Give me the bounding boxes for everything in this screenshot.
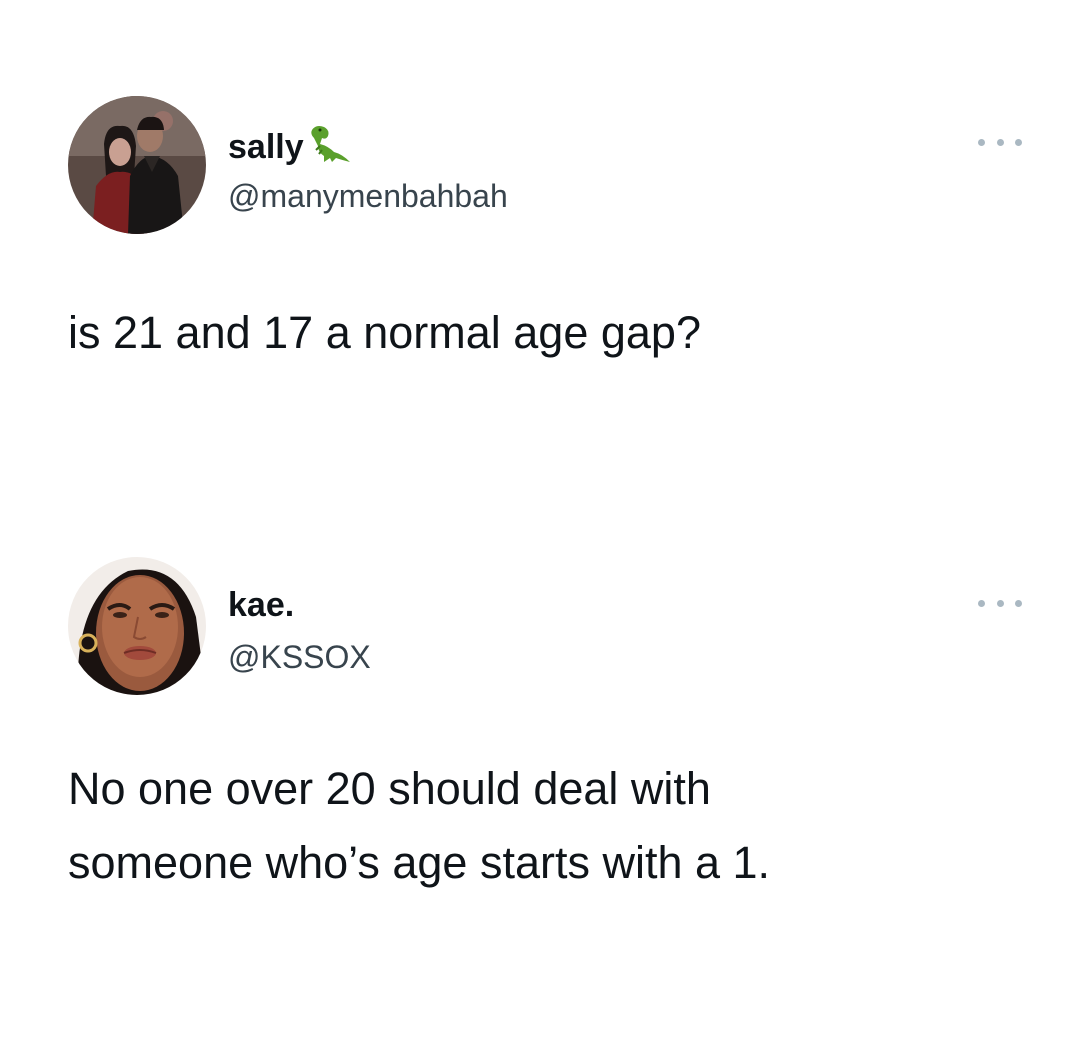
avatar-photo [68, 557, 206, 695]
more-options-icon[interactable] [978, 132, 1022, 152]
tweet-text-line: someone who’s age starts with a 1. [68, 837, 771, 888]
tweet-text-line: is 21 and 17 a normal age gap? [68, 307, 701, 358]
more-dot [996, 138, 1004, 146]
tweet-text: is 21 and 17 a normal age gap? [68, 296, 1028, 370]
more-options-icon[interactable] [978, 593, 1022, 613]
handle[interactable]: @manymenbahbah [228, 176, 508, 216]
display-name[interactable]: kae. [228, 585, 294, 625]
display-name[interactable]: sally [228, 124, 352, 173]
avatar[interactable] [68, 557, 206, 695]
tweet-text: No one over 20 should deal with someone … [68, 752, 1028, 900]
display-name-text: sally [228, 128, 304, 166]
more-dot [1015, 599, 1022, 607]
avatar[interactable] [68, 96, 206, 234]
more-dot [1015, 138, 1022, 146]
t-rex-emoji-icon [306, 124, 352, 173]
avatar-photo [68, 96, 206, 234]
more-dot [978, 599, 985, 607]
more-dot [996, 599, 1004, 607]
tweet-text-line: No one over 20 should deal with [68, 763, 711, 814]
more-dot [978, 138, 985, 146]
handle[interactable]: @KSSOX [228, 637, 371, 677]
display-name-text: kae. [228, 586, 295, 624]
